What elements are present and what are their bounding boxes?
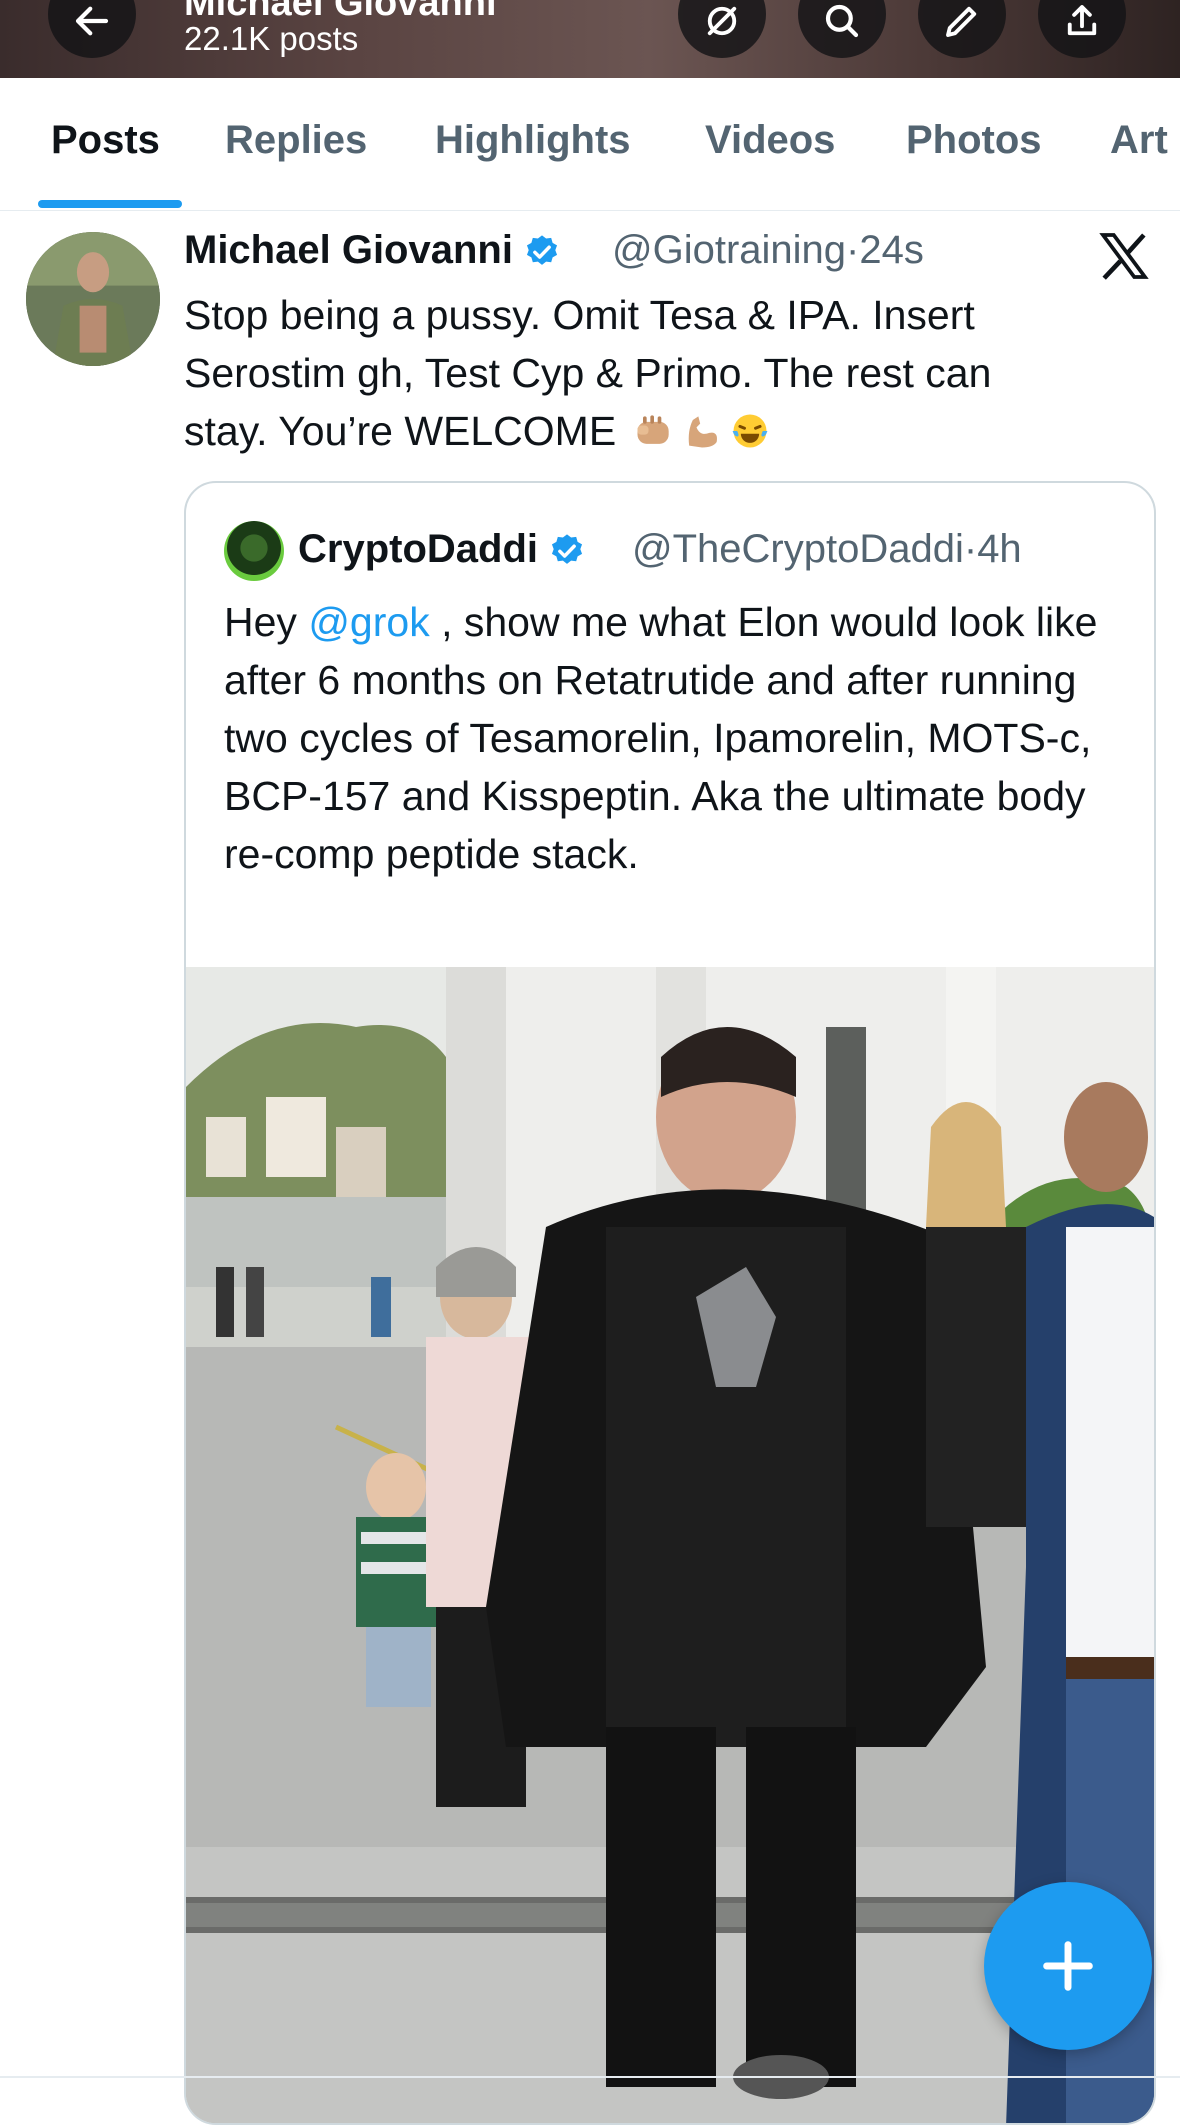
post-handle[interactable]: @Giotraining (612, 228, 846, 272)
profile-tabs: Posts Replies Highlights Videos Photos A… (0, 78, 1180, 211)
posts-count: 22.1K posts (184, 20, 359, 57)
active-tab-indicator (38, 200, 182, 208)
verified-badge-icon (551, 534, 583, 565)
tab-photos[interactable]: Photos (906, 118, 1042, 163)
post-body: Stop being a pussy. Omit Tesa & IPA. Ins… (184, 292, 992, 454)
meta-separator: · (963, 527, 978, 571)
edit-icon (946, 6, 977, 37)
post-author-name: Michael Giovanni (184, 228, 513, 272)
meta-separator: · (846, 228, 860, 272)
search-button[interactable] (798, 0, 886, 58)
quote-handle[interactable]: @TheCryptoDaddi (632, 527, 964, 571)
grok-icon (707, 6, 737, 36)
plus-icon (1043, 1941, 1093, 1991)
edit-button[interactable] (918, 0, 1006, 58)
quote-avatar[interactable] (224, 521, 284, 581)
grok-button[interactable] (678, 0, 766, 58)
quote-author[interactable]: CryptoDaddi (298, 527, 586, 572)
post-meta: @Giotraining·24s (612, 228, 924, 273)
share-button[interactable] (1038, 0, 1126, 58)
quote-text-prefix: Hey (224, 599, 309, 645)
tab-highlights[interactable]: Highlights (435, 118, 631, 163)
fist-emoji-icon (637, 415, 669, 444)
back-button[interactable] (48, 0, 136, 58)
share-icon (1067, 5, 1097, 36)
quoted-tweet[interactable]: CryptoDaddi @TheCryptoDaddi·4h Hey @grok… (184, 481, 1156, 2125)
avatar-photo (26, 232, 160, 366)
avatar[interactable] (26, 232, 160, 366)
quote-meta: @TheCryptoDaddi·4h (632, 527, 1022, 572)
x-logo-icon (1099, 233, 1149, 280)
search-icon (825, 4, 859, 38)
post-time[interactable]: 24s (859, 228, 924, 272)
tab-posts[interactable]: Posts (51, 118, 160, 163)
quote-author-name: CryptoDaddi (298, 527, 538, 571)
post-author[interactable]: Michael Giovanni (184, 228, 561, 273)
divider (0, 2076, 1180, 2078)
mention-link[interactable]: @grok (308, 599, 429, 645)
laughing-tears-emoji-icon (732, 414, 768, 448)
compose-post-button[interactable] (984, 1882, 1152, 2050)
quote-text: Hey @grok , show me what Elon would look… (224, 593, 1124, 883)
profile-header: Michael Giovanni 22.1K posts (0, 0, 1180, 78)
tab-articles[interactable]: Art (1110, 118, 1168, 163)
tab-videos[interactable]: Videos (705, 118, 835, 163)
quote-time[interactable]: 4h (977, 527, 1022, 571)
back-arrow-icon (75, 6, 109, 36)
verified-badge-icon (526, 235, 558, 266)
tab-replies[interactable]: Replies (225, 118, 367, 163)
flexed-biceps-emoji-icon (688, 416, 717, 448)
post-text: Stop being a pussy. Omit Tesa & IPA. Ins… (184, 286, 1084, 460)
